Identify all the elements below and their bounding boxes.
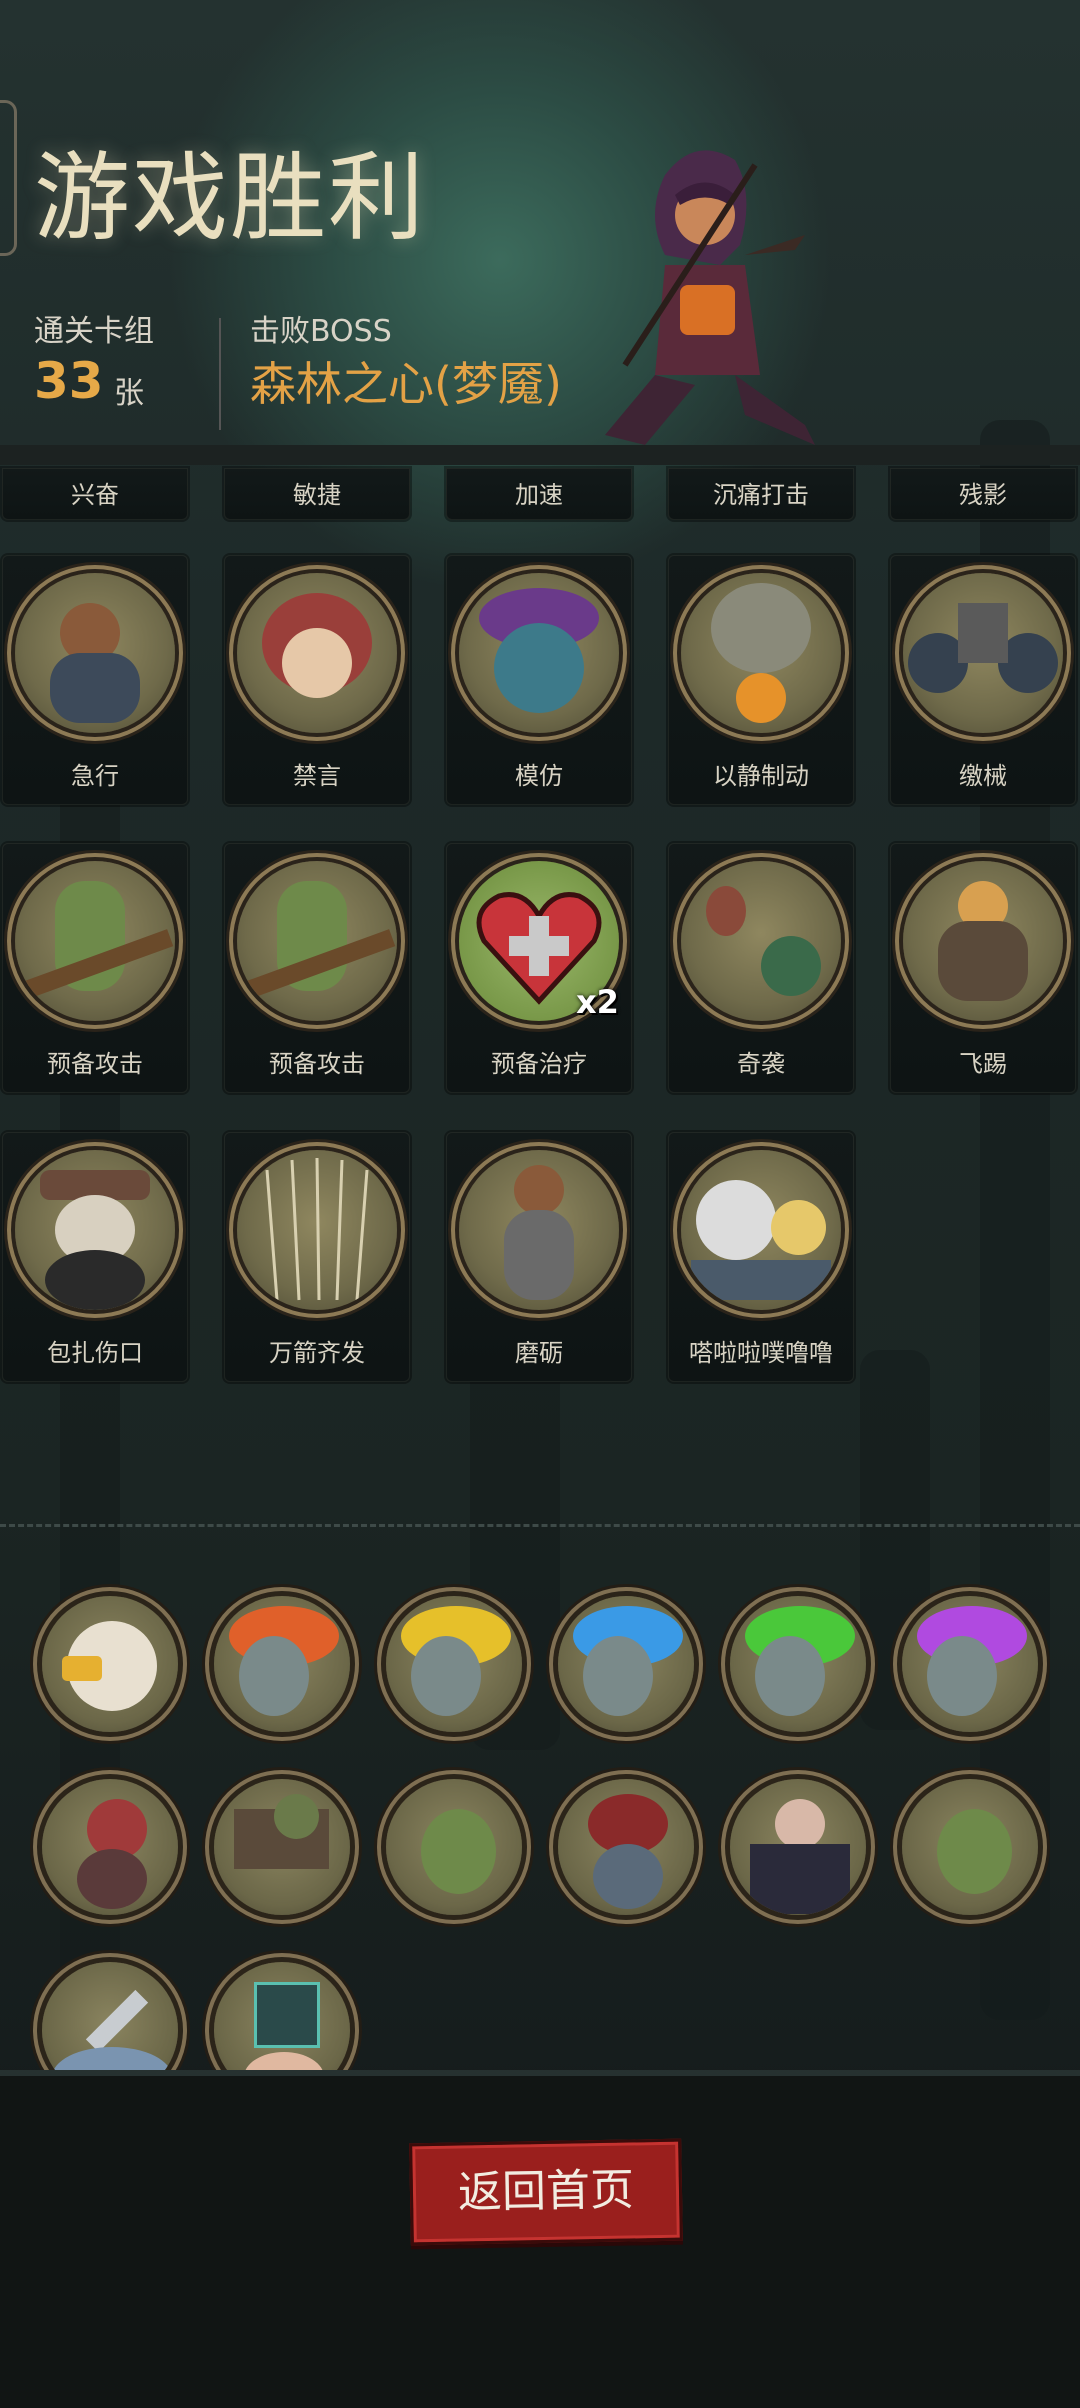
card-item[interactable]: 以静制动 (668, 555, 854, 805)
flying-kick-icon (903, 861, 1063, 1021)
boss-name: 森林之心(梦魇) (250, 357, 562, 411)
sharpen-warrior-icon (459, 1150, 619, 1310)
card-item[interactable]: 预备攻击 (2, 843, 188, 1093)
card-name: 预备攻击 (269, 1050, 365, 1078)
arrow-rain-icon (237, 1150, 397, 1310)
deck-label: 通关卡组 (34, 314, 154, 349)
card-name: 包扎伤口 (47, 1339, 143, 1367)
treasure-box-icon[interactable] (214, 1779, 350, 1915)
card-item[interactable]: 急行 (2, 555, 188, 805)
card-item[interactable]: 包扎伤口 (2, 1132, 188, 1382)
card-name: 敏捷 (293, 481, 341, 509)
fire-skull-green-icon[interactable] (730, 1596, 866, 1732)
disarm-gear-icon (903, 573, 1063, 733)
card-item[interactable]: 加速 (446, 468, 632, 520)
card-name: 奇袭 (737, 1050, 785, 1078)
ghost-goblin-icon[interactable] (902, 1779, 1038, 1915)
card-name: 预备治疗 (491, 1050, 587, 1078)
card-item[interactable]: 奇袭 (668, 843, 854, 1093)
card-item[interactable]: 沉痛打击 (668, 468, 854, 520)
red-demon-icon[interactable] (558, 1779, 694, 1915)
card-name: 沉痛打击 (713, 481, 809, 509)
silence-girl-icon (237, 573, 397, 733)
ghost-goblin-icon[interactable] (386, 1779, 522, 1915)
section-divider (0, 1524, 1080, 1527)
fire-skull-purple-icon[interactable] (902, 1596, 1038, 1732)
card-name: 兴奋 (71, 481, 119, 509)
side-tab (0, 100, 17, 256)
panel-edge (0, 2070, 1080, 2076)
card-name: 残影 (959, 481, 1007, 509)
card-item[interactable]: 残影 (890, 468, 1076, 520)
hooded-hero-illustration (605, 150, 815, 445)
skull-mage-icon (681, 573, 841, 733)
dash-warrior-icon (15, 573, 175, 733)
card-item[interactable]: 缴械 (890, 555, 1076, 805)
card-name: 加速 (515, 481, 563, 509)
card-name: 禁言 (293, 762, 341, 790)
card-name: 以静制动 (713, 762, 809, 790)
card-name: 万箭齐发 (269, 1339, 365, 1367)
page-title: 游戏胜利 (34, 142, 426, 254)
back-home-label: 返回首页 (457, 2164, 635, 2219)
goblin-attack-icon (237, 861, 397, 1021)
card-item[interactable]: 兴奋 (2, 468, 188, 520)
card-item[interactable]: 敏捷 (224, 468, 410, 520)
deck-unit: 张 (114, 376, 144, 411)
plague-doctor-icon (15, 1150, 175, 1310)
fire-skull-red-icon[interactable] (214, 1596, 350, 1732)
card-name: 嗒啦啦噗噜噜 (689, 1339, 833, 1367)
robot-girl-icon (681, 1150, 841, 1310)
card-name: 急行 (71, 762, 119, 790)
card-item[interactable]: 磨砺 (446, 1132, 632, 1382)
card-item[interactable]: 嗒啦啦噗噜噜 (668, 1132, 854, 1382)
card-name: 磨砺 (515, 1339, 563, 1367)
header-ground (0, 445, 1080, 465)
card-item[interactable]: 预备攻击 (224, 843, 410, 1093)
victory-header: 游戏胜利 通关卡组 33 张 击败BOSS 森林之心(梦魇) (0, 0, 1080, 470)
card-name: 预备攻击 (47, 1050, 143, 1078)
card-name: 飞踢 (959, 1050, 1007, 1078)
goblin-face-icon (459, 573, 619, 733)
card-item[interactable]: 禁言 (224, 555, 410, 805)
card-item[interactable]: 万箭齐发 (224, 1132, 410, 1382)
divider (219, 318, 221, 430)
hooded-archer-icon[interactable] (42, 1779, 178, 1915)
vampire-icon[interactable] (730, 1779, 866, 1915)
count-badge: x2 (576, 983, 619, 1021)
eagle-relic-icon[interactable] (42, 1596, 178, 1732)
fire-skull-blue-icon[interactable] (558, 1596, 694, 1732)
ambush-icon (681, 861, 841, 1021)
goblin-attack-icon (15, 861, 175, 1021)
fire-skull-yellow-icon[interactable] (386, 1596, 522, 1732)
card-item[interactable]: x2 预备治疗 (446, 843, 632, 1093)
back-home-button[interactable]: 返回首页 (409, 2138, 683, 2246)
card-item[interactable]: 模仿 (446, 555, 632, 805)
boss-label: 击败BOSS (250, 314, 392, 349)
card-name: 缴械 (959, 762, 1007, 790)
card-item[interactable]: 飞踢 (890, 843, 1076, 1093)
card-name: 模仿 (515, 762, 563, 790)
deck-count: 33 (34, 352, 104, 410)
